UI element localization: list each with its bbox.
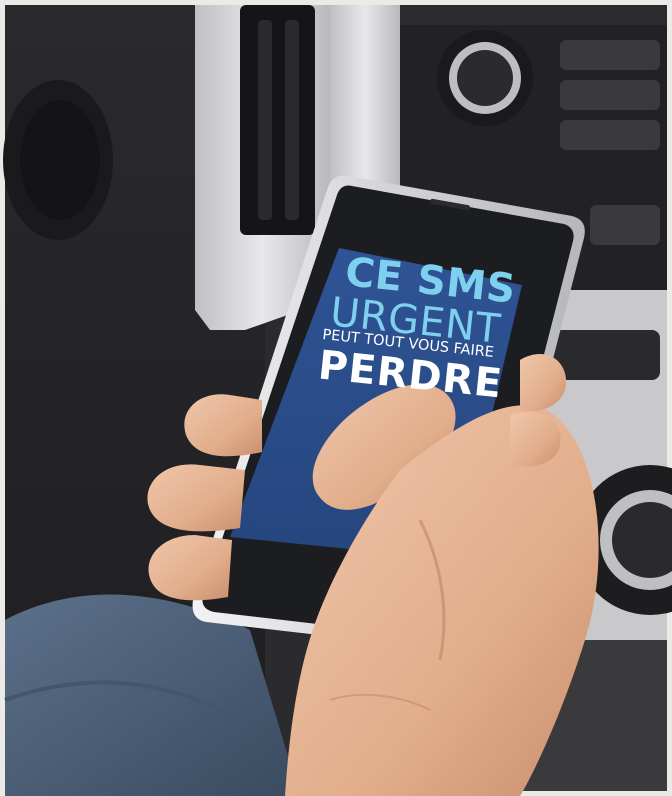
car-interior-photo (0, 0, 672, 796)
center-air-vent (240, 5, 315, 235)
